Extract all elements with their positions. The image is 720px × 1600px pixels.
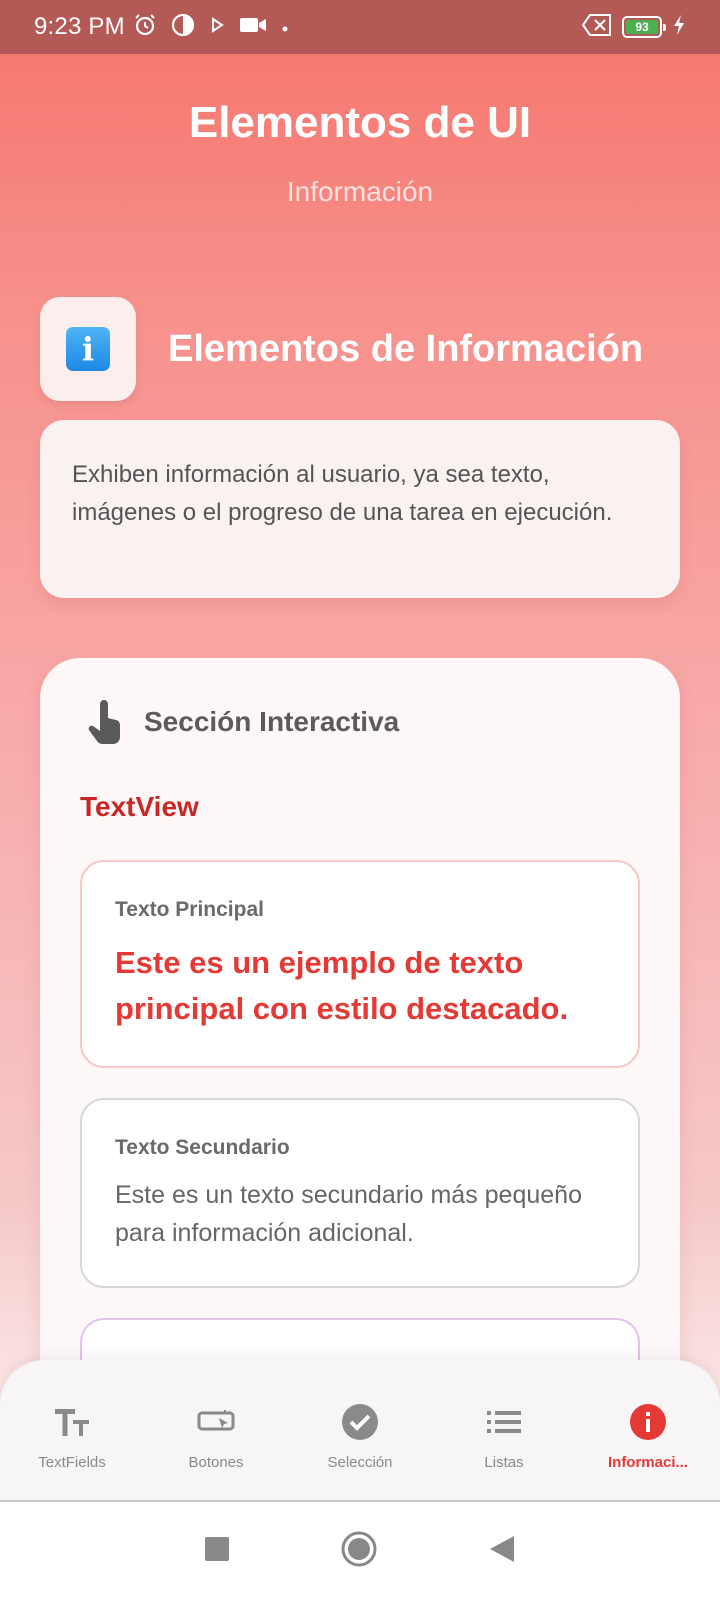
pie-icon [171, 13, 195, 41]
no-sim-icon [581, 13, 612, 41]
nav-label-informacion: Informaci... [607, 1454, 689, 1471]
interactive-title: Sección Interactiva [144, 706, 400, 737]
bottom-navigation: TextFields Botones Selección Listas Info… [0, 1360, 720, 1502]
section-icon-box: i [40, 297, 136, 401]
nav-item-botones[interactable]: Botones [144, 1360, 288, 1500]
nav-item-informacion[interactable]: Informaci... [576, 1360, 720, 1500]
check-circle-icon [340, 1402, 380, 1442]
battery-level: 93 [626, 20, 658, 34]
primary-text-label: Texto Principal [115, 898, 264, 921]
list-icon [484, 1402, 524, 1442]
nav-label-botones: Botones [188, 1454, 244, 1471]
back-button[interactable] [488, 1534, 516, 1569]
status-bar: 9:23 PM 93 [0, 0, 720, 54]
nav-label-listas: Listas [484, 1454, 524, 1471]
secondary-text-card: Texto Secundario Este es un texto secund… [80, 1098, 640, 1288]
charging-icon [672, 14, 686, 41]
nav-label-seleccion: Selección [327, 1454, 393, 1471]
button-icon [196, 1402, 236, 1442]
description-card: Exhiben información al usuario, ya sea t… [40, 420, 680, 598]
info-circle-icon [628, 1402, 668, 1442]
home-button[interactable] [340, 1530, 378, 1573]
secondary-text: Este es un texto secundario más pequeño … [115, 1181, 582, 1247]
status-time: 9:23 PM [34, 13, 125, 40]
video-icon [239, 15, 267, 39]
primary-text: Este es un ejemplo de texto principal co… [115, 945, 569, 1026]
section-title: Elementos de Información [168, 328, 644, 370]
text-fields-icon [52, 1402, 92, 1442]
nav-item-seleccion[interactable]: Selección [288, 1360, 432, 1500]
info-icon: i [66, 327, 110, 371]
primary-text-card: Texto Principal Este es un ejemplo de te… [80, 860, 640, 1068]
textview-label: TextView [80, 791, 199, 822]
play-icon [209, 17, 225, 37]
description-text: Exhiben información al usuario, ya sea t… [72, 461, 613, 526]
interactive-header: Sección Interactiva [86, 700, 399, 744]
nav-item-textfields[interactable]: TextFields [0, 1360, 144, 1500]
nav-label-textfields: TextFields [38, 1454, 106, 1471]
dot-icon [281, 17, 289, 37]
system-navigation-bar [0, 1502, 720, 1600]
app-subtitle: Información [286, 176, 434, 207]
recent-apps-button[interactable] [204, 1536, 230, 1567]
battery-icon: 93 [622, 16, 666, 38]
interactive-section-card: Sección Interactiva TextView Texto Princ… [40, 658, 680, 1438]
secondary-text-label: Texto Secundario [115, 1136, 290, 1159]
nav-item-listas[interactable]: Listas [432, 1360, 576, 1500]
status-icons [133, 13, 289, 41]
status-right: 93 [581, 13, 686, 41]
touch-hand-icon [88, 700, 121, 744]
alarm-icon [133, 13, 157, 41]
app-title: Elementos de UI [188, 98, 532, 147]
